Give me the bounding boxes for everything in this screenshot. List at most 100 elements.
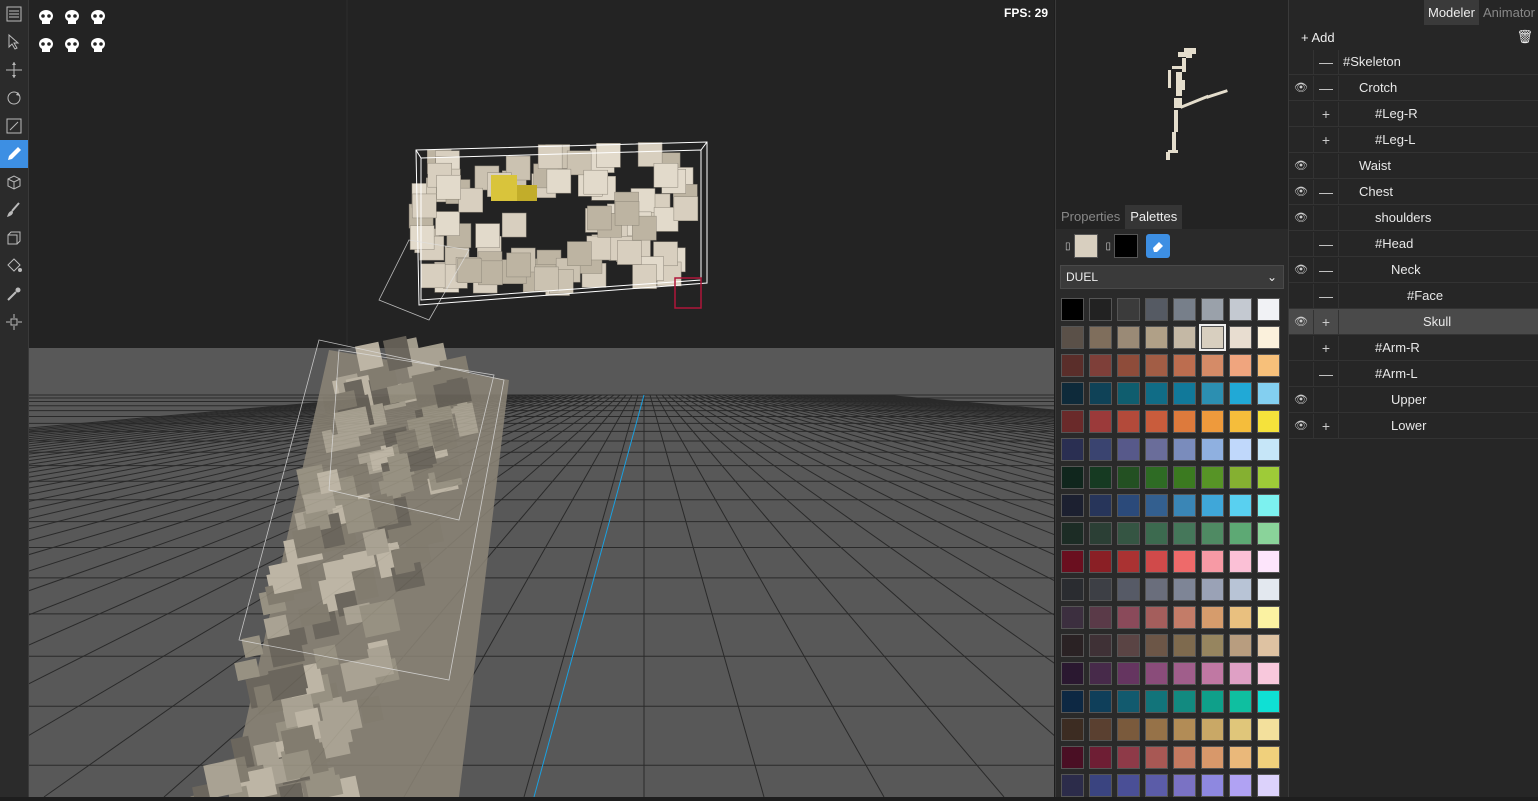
palette-swatch[interactable] [1173,774,1196,797]
extrude-tool[interactable] [0,224,28,252]
visibility-toggle[interactable] [1289,335,1314,360]
tree-node[interactable]: + #Arm-R [1289,335,1538,361]
palette-swatch[interactable] [1145,606,1168,629]
eye-icon[interactable]: 👁 [1289,309,1314,334]
palette-swatch[interactable] [1199,324,1226,351]
menu-icon[interactable] [0,0,28,28]
palette-swatch[interactable] [1117,326,1140,349]
palette-swatch[interactable] [1089,690,1112,713]
palette-swatch[interactable] [1229,774,1252,797]
palette-swatch[interactable] [1257,410,1280,433]
palette-swatch[interactable] [1201,298,1224,321]
palette-swatch[interactable] [1117,578,1140,601]
palette-swatch[interactable] [1257,662,1280,685]
palette-swatch[interactable] [1089,494,1112,517]
collapse-icon[interactable]: — [1314,75,1339,100]
palette-swatch[interactable] [1117,410,1140,433]
skull-side-icon[interactable] [85,3,111,31]
palette-swatch[interactable] [1229,494,1252,517]
brush-tool[interactable] [0,196,28,224]
palette-swatch[interactable] [1173,354,1196,377]
palette-swatch[interactable] [1201,634,1224,657]
palette-swatch[interactable] [1089,522,1112,545]
palette-swatch[interactable] [1089,606,1112,629]
palette-swatch[interactable] [1089,466,1112,489]
palette-swatch[interactable] [1061,774,1084,797]
palette-swatch[interactable] [1145,578,1168,601]
skull-left-icon[interactable] [33,31,59,59]
skull-back-icon[interactable] [59,31,85,59]
expand-icon[interactable]: + [1314,101,1339,126]
palette-swatch[interactable] [1257,634,1280,657]
palette-swatch[interactable] [1201,718,1224,741]
palette-swatch[interactable] [1089,326,1112,349]
palette-swatch[interactable] [1229,298,1252,321]
palette-swatch[interactable] [1257,326,1280,349]
palette-swatch[interactable] [1173,550,1196,573]
palette-swatch[interactable] [1145,298,1168,321]
palette-swatch[interactable] [1173,326,1196,349]
skull-front-icon[interactable] [33,3,59,31]
palette-swatch[interactable] [1089,410,1112,433]
palette-swatch[interactable] [1145,354,1168,377]
palette-swatch[interactable] [1173,494,1196,517]
palette-swatch[interactable] [1117,690,1140,713]
skull-top-icon[interactable] [85,31,111,59]
palette-swatch[interactable] [1089,634,1112,657]
scale-tool[interactable] [0,112,28,140]
palette-swatch[interactable] [1145,550,1168,573]
skull-icon[interactable] [59,3,85,31]
palette-swatch[interactable] [1201,410,1224,433]
palette-swatch[interactable] [1201,578,1224,601]
tree-node[interactable]: 👁 Waist [1289,153,1538,179]
tree-node[interactable]: + #Leg-L [1289,127,1538,153]
palette-swatch[interactable] [1061,578,1084,601]
palette-swatch[interactable] [1201,662,1224,685]
visibility-toggle[interactable] [1289,127,1314,152]
palette-swatch[interactable] [1173,662,1196,685]
visibility-toggle[interactable] [1289,49,1314,74]
visibility-toggle[interactable] [1289,231,1314,256]
palette-swatch[interactable] [1089,746,1112,769]
collapse-icon[interactable]: — [1314,257,1339,282]
palette-swatch[interactable] [1089,718,1112,741]
palette-swatch[interactable] [1229,382,1252,405]
palette-swatch[interactable] [1257,382,1280,405]
tree-node[interactable]: — #Face [1289,283,1538,309]
trash-icon[interactable]: 🗑 [1516,29,1533,45]
palette-swatch[interactable] [1117,494,1140,517]
palette-swatch[interactable] [1089,354,1112,377]
palette-swatch[interactable] [1117,774,1140,797]
palette-swatch[interactable] [1061,438,1084,461]
palette-swatch[interactable] [1117,466,1140,489]
palette-swatch[interactable] [1201,438,1224,461]
palette-swatch[interactable] [1117,634,1140,657]
palette-swatch[interactable] [1089,662,1112,685]
tree-node[interactable]: — #Arm-L [1289,361,1538,387]
palette-swatch[interactable] [1117,662,1140,685]
tree-node[interactable]: 👁 + Skull [1289,309,1538,335]
palette-swatch[interactable] [1061,410,1084,433]
palette-swatch[interactable] [1117,438,1140,461]
palette-swatch[interactable] [1201,550,1224,573]
palette-swatch[interactable] [1229,690,1252,713]
palette-swatch[interactable] [1061,634,1084,657]
palette-swatch[interactable] [1257,746,1280,769]
palette-swatch[interactable] [1229,718,1252,741]
palette-swatch[interactable] [1117,746,1140,769]
expander-empty[interactable] [1314,205,1339,230]
palette-swatch[interactable] [1145,746,1168,769]
palette-swatch[interactable] [1145,326,1168,349]
palette-swatch[interactable] [1173,298,1196,321]
palette-swatch[interactable] [1117,354,1140,377]
palette-swatch[interactable] [1257,606,1280,629]
transform-tool[interactable] [0,308,28,336]
palette-swatch[interactable] [1201,690,1224,713]
expand-icon[interactable]: + [1314,127,1339,152]
collapse-icon[interactable]: — [1314,361,1339,386]
secondary-color-slot[interactable] [1114,234,1139,258]
visibility-toggle[interactable] [1289,283,1314,308]
palette-swatch[interactable] [1145,410,1168,433]
expand-icon[interactable]: + [1314,335,1339,360]
palette-swatch[interactable] [1145,466,1168,489]
